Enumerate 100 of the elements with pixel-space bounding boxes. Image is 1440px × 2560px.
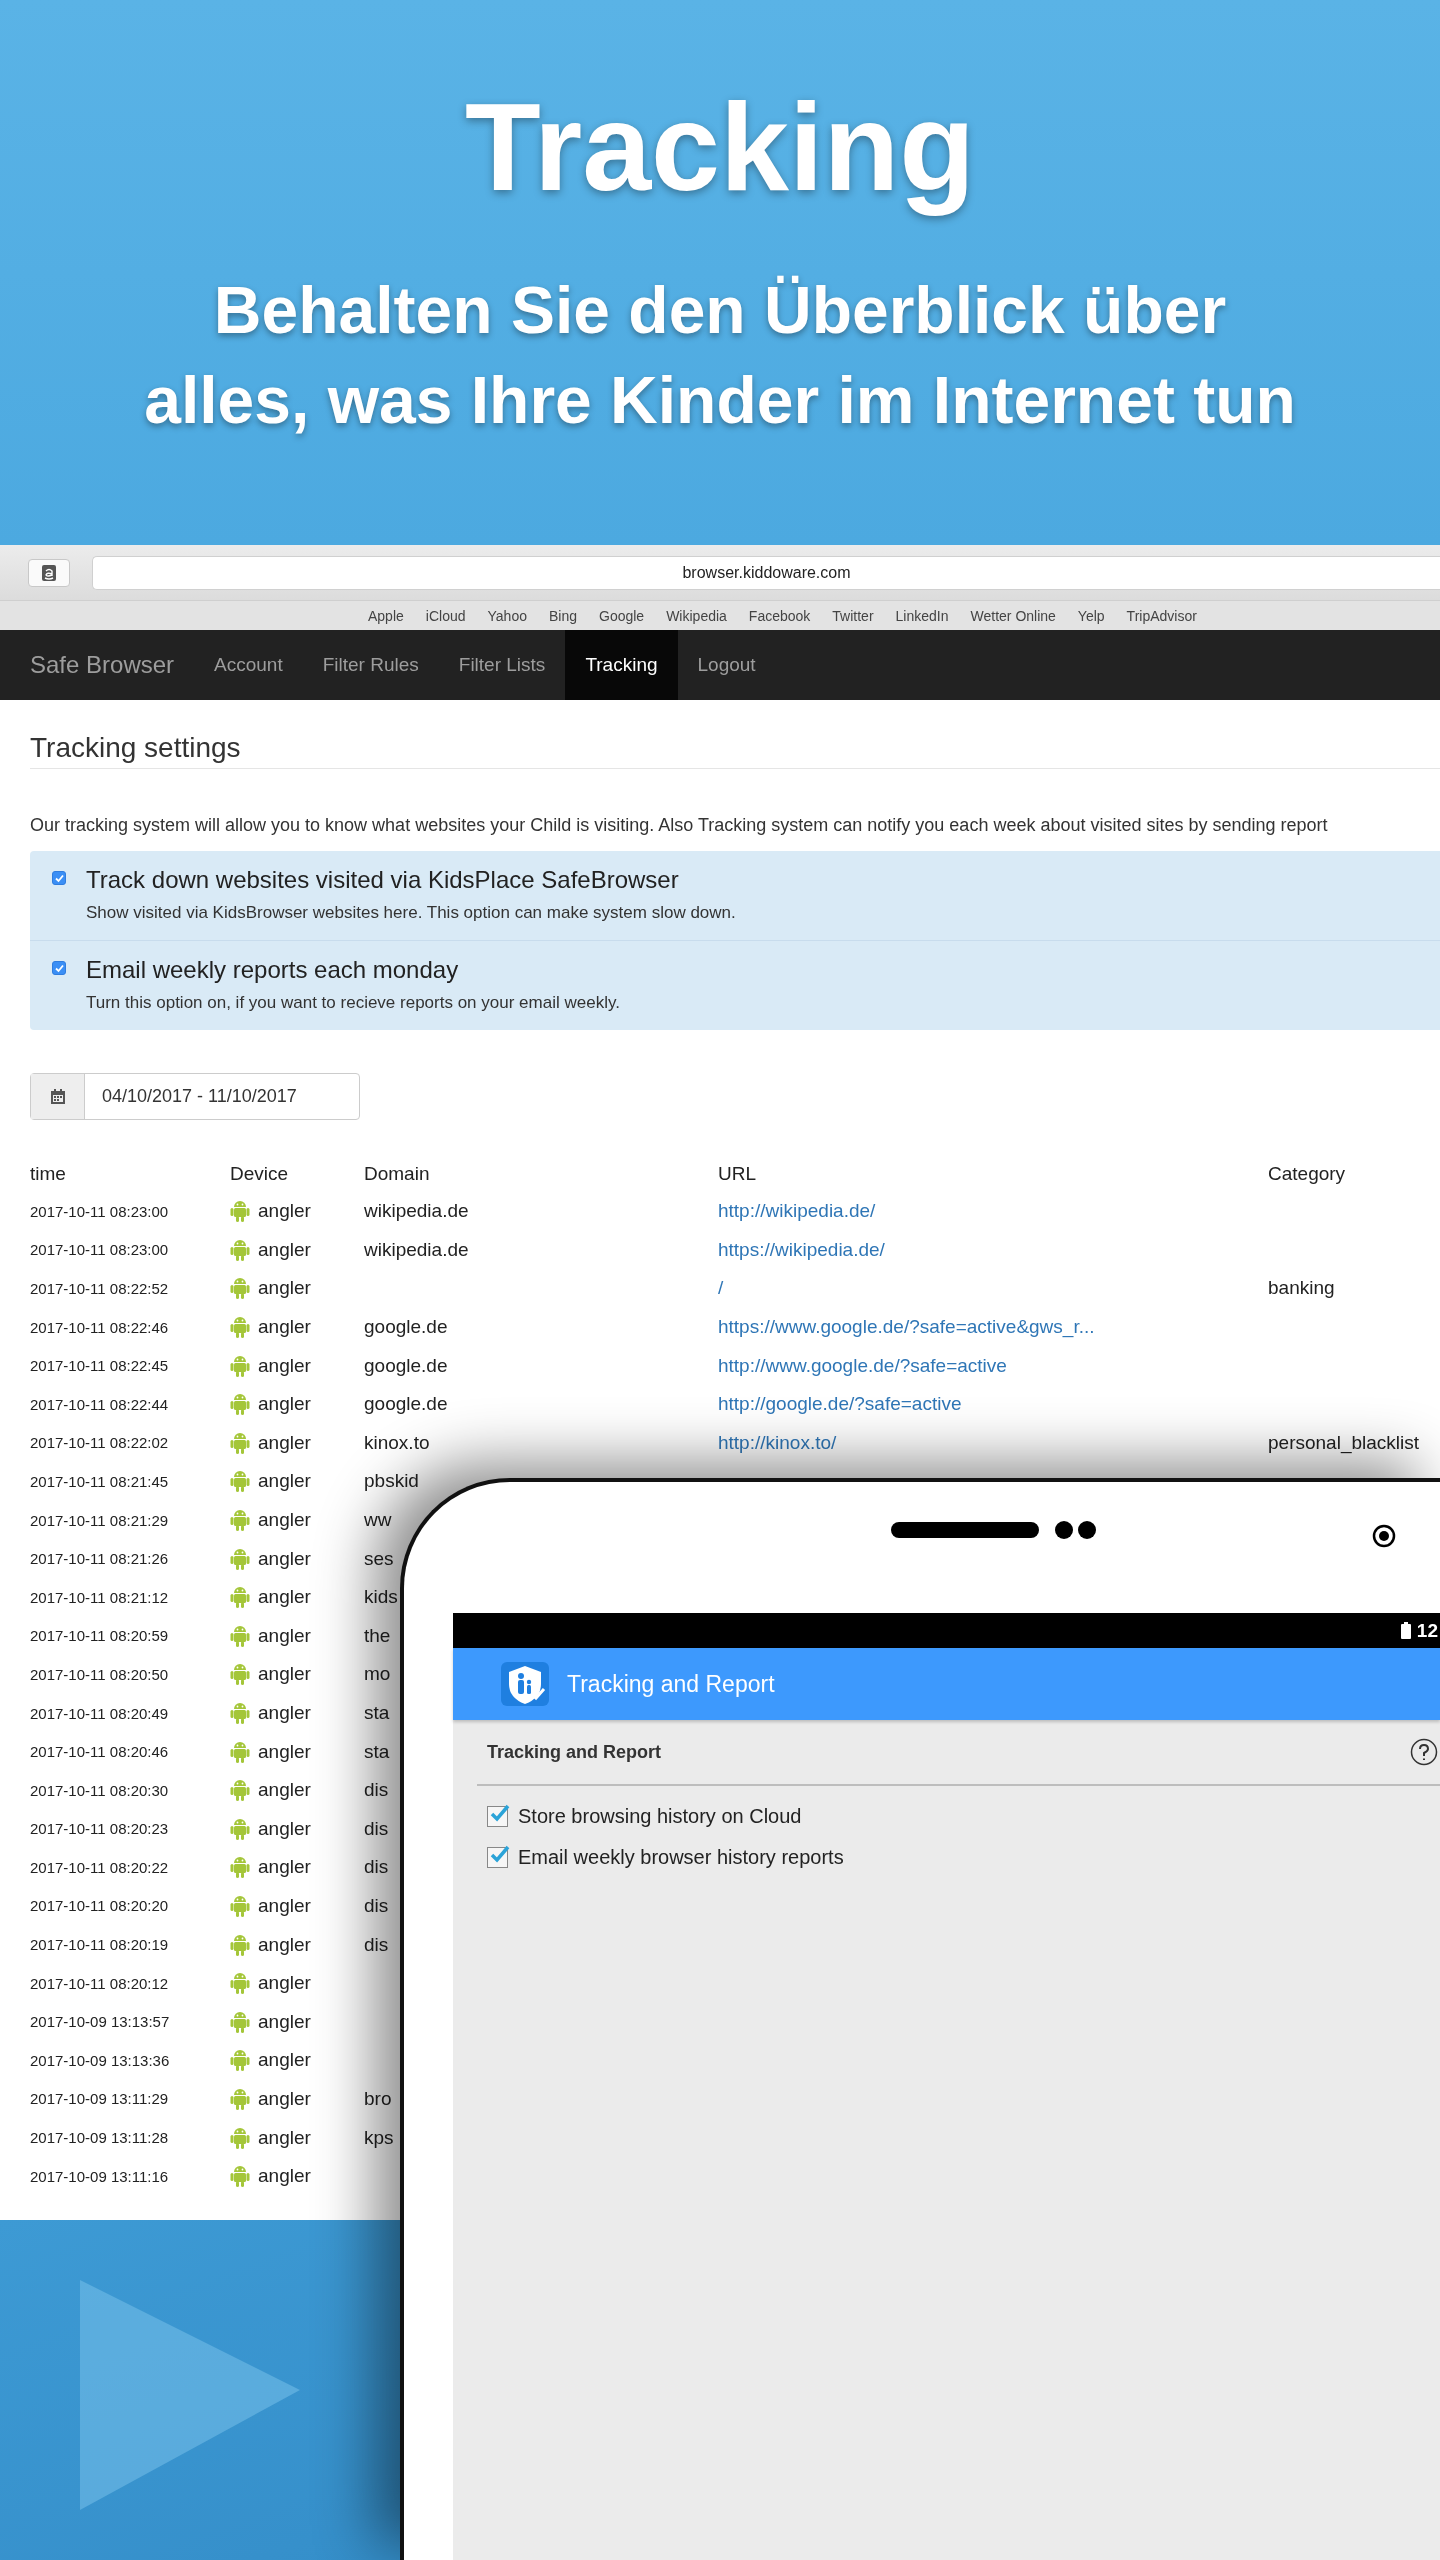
url-link[interactable]: http://kinox.to/	[718, 1431, 837, 1454]
table-cell: google.de	[364, 1393, 448, 1416]
android-icon	[230, 1855, 250, 1880]
url-link[interactable]: https://wikipedia.de/	[718, 1238, 885, 1261]
table-cell-text: 2017-10-11 08:23:00	[30, 1241, 170, 1259]
table-cell-text: 2017-10-11 08:20:20	[30, 1897, 170, 1915]
bookmark-link[interactable]: Apple	[368, 607, 404, 624]
extension-icon	[42, 564, 56, 581]
android-icon	[230, 1353, 250, 1378]
url-link[interactable]: http://wikipedia.de/	[718, 1200, 876, 1223]
table-cell: kps	[364, 2126, 394, 2149]
nav-tab[interactable]: Tracking	[565, 630, 678, 700]
nav-tab[interactable]: Account	[194, 630, 303, 700]
checkbox[interactable]	[487, 1806, 508, 1827]
app-title: Tracking and Report	[567, 1670, 775, 1698]
android-icon	[230, 1392, 250, 1417]
checkbox-label[interactable]: Email weekly browser history reports	[518, 1846, 844, 1869]
table-cell: the	[364, 1624, 391, 1647]
android-icon	[230, 1816, 250, 1841]
android-icon	[230, 1932, 250, 1957]
table-cell: wikipedia.de	[364, 1200, 469, 1223]
bookmark-link[interactable]: LinkedIn	[895, 607, 949, 624]
table-cell-text: 2017-10-09 13:11:28	[30, 2129, 170, 2147]
bookmark-link[interactable]: Yelp	[1077, 607, 1105, 624]
table-cell-text: 2017-10-11 08:22:46	[30, 1318, 170, 1336]
bookmark-link[interactable]: Facebook	[748, 607, 811, 624]
android-icon	[230, 1778, 250, 1803]
table-cell-text: 2017-10-09 13:13:36	[30, 2051, 171, 2069]
table-cell: dis	[364, 1933, 389, 1956]
checkbox[interactable]	[487, 1847, 508, 1868]
table-cell-text: 2017-10-11 08:22:45	[30, 1357, 170, 1375]
android-icon	[230, 1199, 250, 1224]
table-cell: angler	[258, 2049, 311, 2072]
table-cell-text: 2017-10-11 08:22:52	[30, 1280, 170, 1297]
table-cell: angler	[258, 1740, 311, 1763]
android-icon	[230, 1662, 250, 1687]
table-cell: dis	[364, 1779, 389, 1802]
table-cell: angler	[258, 1663, 311, 1686]
column-header: Domain	[364, 1163, 431, 1185]
bookmark-link[interactable]: Bing	[548, 607, 577, 624]
table-cell: angler	[258, 1702, 311, 1724]
column-header: Category	[1268, 1163, 1346, 1185]
bookmark-link[interactable]: Google	[599, 607, 645, 624]
table-cell: angler	[258, 1470, 311, 1493]
checkbox[interactable]	[52, 961, 66, 975]
table-cell: angler	[258, 1238, 311, 1261]
date-range-field[interactable]: 04/10/2017 - 11/10/2017	[30, 1073, 360, 1120]
option-title: Email weekly reports each monday	[86, 955, 460, 985]
table-cell: angler	[258, 1817, 311, 1840]
url-link[interactable]: https://www.google.de/?safe=active&gws_r...	[718, 1316, 1095, 1339]
table-cell: angler	[258, 1856, 311, 1879]
bookmark-link[interactable]: Twitter	[832, 607, 874, 624]
table-cell: mo	[364, 1663, 391, 1686]
table-cell: angler	[258, 1509, 311, 1532]
extension-button[interactable]	[28, 558, 70, 587]
intro-text: Our tracking system will allow you to know what websites your Child is visiting. Also Tracking system can notify you each week about visited sites by sending report	[30, 814, 1329, 837]
url-link[interactable]: /	[718, 1277, 724, 1300]
url-link[interactable]: http://google.de/?safe=active	[718, 1393, 962, 1416]
bookmark-link[interactable]: Wikipedia	[666, 607, 727, 624]
android-icon	[230, 2048, 250, 2073]
table-cell: banking	[1268, 1277, 1335, 1300]
bookmark-link[interactable]: TripAdvisor	[1126, 607, 1197, 624]
checkbox[interactable]	[52, 871, 66, 885]
table-cell-text: 2017-10-09 13:11:29	[30, 2090, 170, 2108]
android-icon	[230, 1508, 250, 1533]
table-cell-text: 2017-10-11 08:20:59	[30, 1627, 170, 1645]
table-cell: angler	[258, 1547, 311, 1570]
site-brand[interactable]: Safe Browser	[30, 630, 175, 700]
bookmark-link[interactable]: Wetter Online	[970, 607, 1056, 624]
table-cell: bro	[364, 2087, 392, 2110]
table-cell: wikipedia.de	[364, 1238, 469, 1261]
address-bar[interactable]: browser.kiddoware.com	[92, 555, 1440, 590]
table-cell: sta	[364, 1740, 390, 1763]
android-icon	[230, 2086, 250, 2111]
bookmark-link[interactable]: Yahoo	[487, 607, 527, 624]
table-cell: google.de	[364, 1316, 448, 1339]
android-icon	[230, 1430, 250, 1455]
android-icon	[230, 1623, 250, 1648]
nav-tab[interactable]: Filter Lists	[438, 630, 566, 700]
column-header: URL	[718, 1163, 757, 1185]
table-cell-text: 2017-10-11 08:20:50	[30, 1665, 170, 1683]
nav-tab[interactable]: Logout	[677, 630, 776, 700]
status-time: 12	[1416, 1619, 1438, 1642]
table-cell: angler	[258, 2165, 311, 2188]
bookmark-link[interactable]: iCloud	[425, 607, 466, 624]
table-cell: angler	[258, 1779, 311, 1802]
android-icon	[230, 1739, 250, 1764]
url-link[interactable]: http://www.google.de/?safe=active	[718, 1354, 1007, 1377]
table-cell: dis	[364, 1817, 389, 1840]
checkbox-label[interactable]: Store browsing history on Cloud	[518, 1805, 802, 1828]
table-cell-text: 2017-10-11 08:20:23	[30, 1820, 170, 1838]
option-description: Turn this option on, if you want to recieve reports on your email weekly.	[86, 992, 620, 1014]
android-icon	[230, 1971, 250, 1996]
android-icon	[230, 1276, 250, 1301]
option-title: Track down websites visited via KidsPlace SafeBrowser	[86, 865, 680, 895]
nav-tab[interactable]: Filter Rules	[302, 630, 439, 700]
column-header: Device	[230, 1163, 290, 1185]
help-icon[interactable]	[1410, 1738, 1438, 1766]
option-description: Show visited via KidsBrowser websites here. This option can make system slow down.	[86, 902, 736, 924]
calendar-icon	[49, 1088, 66, 1105]
